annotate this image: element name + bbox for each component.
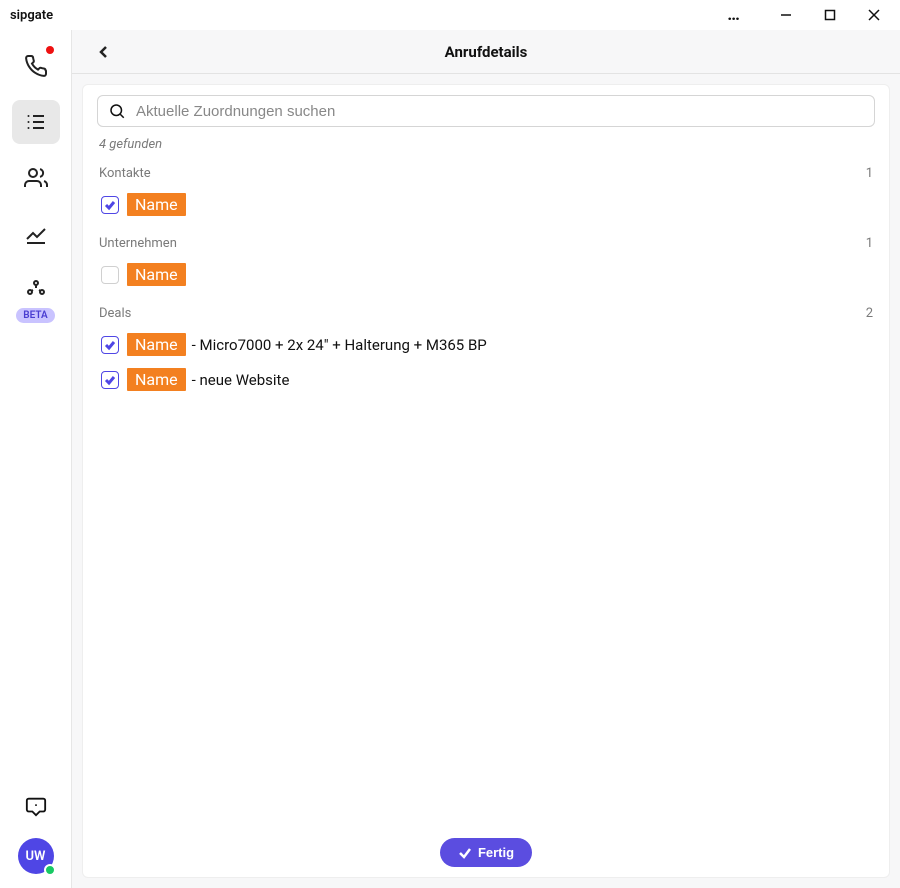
back-button[interactable] xyxy=(84,32,124,72)
sidebar-item-contacts[interactable] xyxy=(12,156,60,200)
section-head-deals: Deals 2 xyxy=(99,306,873,321)
close-icon xyxy=(867,8,881,22)
check-icon xyxy=(104,374,116,386)
sidebar-item-analytics[interactable] xyxy=(12,212,60,256)
checkbox[interactable] xyxy=(101,336,119,354)
sidebar-item-phone[interactable] xyxy=(12,44,60,88)
content-area: 4 gefunden Kontakte 1 Name Unternehmen 1… xyxy=(82,84,890,878)
list-item[interactable]: Name xyxy=(97,187,875,222)
redacted-name-tag: Name xyxy=(127,263,186,286)
section-count: 2 xyxy=(866,306,873,321)
search-input[interactable] xyxy=(136,103,864,120)
section-title: Kontakte xyxy=(99,166,151,181)
search-container xyxy=(97,95,875,127)
user-avatar[interactable]: UW xyxy=(18,838,54,874)
redacted-name-tag: Name xyxy=(127,368,186,391)
section-count: 1 xyxy=(866,166,873,181)
window-more-button[interactable]: … xyxy=(712,0,756,30)
checkbox[interactable] xyxy=(101,196,119,214)
presence-indicator xyxy=(44,864,56,876)
people-icon xyxy=(24,166,48,190)
checkbox[interactable] xyxy=(101,371,119,389)
deal-title-suffix: - neue Website xyxy=(192,371,290,389)
page-title: Anrufdetails xyxy=(72,43,900,61)
app-title: sipgate xyxy=(10,8,53,23)
done-button[interactable]: Fertig xyxy=(440,838,532,867)
search-icon xyxy=(108,102,126,120)
sidebar: BETA UW xyxy=(0,30,72,888)
window-titlebar: sipgate … xyxy=(0,0,900,30)
check-icon xyxy=(104,199,116,211)
window-close-button[interactable] xyxy=(852,0,896,30)
section-count: 1 xyxy=(866,236,873,251)
sidebar-item-list[interactable] xyxy=(12,100,60,144)
main-panel: Anrufdetails 4 gefunden Kontakte 1 Name … xyxy=(72,30,900,888)
list-item[interactable]: Name - neue Website xyxy=(97,362,875,397)
window-minimize-button[interactable] xyxy=(764,0,808,30)
chat-icon xyxy=(25,795,47,817)
check-icon xyxy=(104,339,116,351)
results-count: 4 gefunden xyxy=(99,137,873,152)
list-icon xyxy=(24,110,48,134)
chart-icon xyxy=(24,222,48,246)
section-head-kontakte: Kontakte 1 xyxy=(99,166,873,181)
phone-icon xyxy=(24,54,48,78)
window-maximize-button[interactable] xyxy=(808,0,852,30)
team-icon xyxy=(24,278,48,302)
window-controls: … xyxy=(712,0,896,30)
section-title: Unternehmen xyxy=(99,236,177,251)
list-item[interactable]: Name xyxy=(97,257,875,292)
chevron-left-icon xyxy=(96,44,112,60)
check-icon xyxy=(458,846,472,860)
redacted-name-tag: Name xyxy=(127,193,186,216)
sidebar-item-team-beta[interactable]: BETA xyxy=(12,268,60,323)
minimize-icon xyxy=(779,8,793,22)
notification-dot xyxy=(46,46,54,54)
done-button-label: Fertig xyxy=(478,845,514,860)
page-header: Anrufdetails xyxy=(72,30,900,74)
list-item[interactable]: Name - Micro7000 + 2x 24" + Halterung + … xyxy=(97,327,875,362)
deal-title-suffix: - Micro7000 + 2x 24" + Halterung + M365 … xyxy=(192,336,487,354)
section-head-unternehmen: Unternehmen 1 xyxy=(99,236,873,251)
section-title: Deals xyxy=(99,306,131,321)
redacted-name-tag: Name xyxy=(127,333,186,356)
maximize-icon xyxy=(823,8,837,22)
avatar-initials: UW xyxy=(26,849,46,864)
footer-actions: Fertig xyxy=(83,838,889,867)
checkbox[interactable] xyxy=(101,266,119,284)
sidebar-item-feedback[interactable] xyxy=(22,792,50,820)
